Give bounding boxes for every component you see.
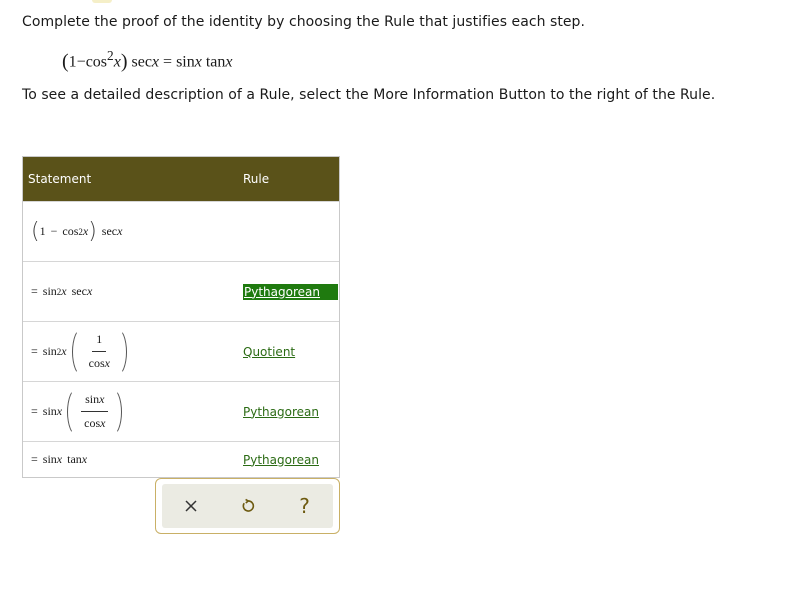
left-paren bbox=[71, 327, 82, 376]
right-paren bbox=[112, 387, 123, 436]
rule-link-quotient[interactable]: Quotient bbox=[243, 345, 295, 359]
proof-row: = sin 2 x sec x Pythagorean bbox=[23, 261, 339, 321]
rule-cell: Pythagorean bbox=[243, 405, 319, 419]
toolbar-buttons: ? bbox=[162, 484, 333, 528]
undo-icon bbox=[242, 498, 254, 512]
statement-cell: ( 1 − cos 2 x ) sec x bbox=[31, 218, 123, 244]
help-button[interactable]: ? bbox=[283, 488, 327, 524]
rule-column-header: Rule bbox=[243, 172, 270, 186]
statement-cell: = sin x tan x bbox=[31, 452, 88, 466]
rule-cell: Pythagorean bbox=[243, 453, 319, 467]
close-icon bbox=[184, 500, 197, 512]
more-info-instruction: To see a detailed description of a Rule,… bbox=[22, 87, 716, 103]
question-mark-icon: ? bbox=[299, 494, 310, 518]
rule-link-pythagorean[interactable]: Pythagorean bbox=[243, 405, 319, 419]
undo-button[interactable] bbox=[226, 488, 270, 524]
rule-link-pythagorean[interactable]: Pythagorean bbox=[243, 453, 319, 467]
clear-button[interactable] bbox=[169, 488, 213, 524]
top-accent-tab bbox=[92, 0, 112, 3]
rule-cell: Pythagorean bbox=[243, 283, 338, 300]
fraction: sinx cosx bbox=[80, 392, 109, 431]
instruction-text: Complete the proof of the identity by ch… bbox=[22, 14, 585, 30]
proof-table: Statement Rule ( 1 − cos 2 x ) sec x = sin 2… bbox=[22, 156, 340, 478]
statement-cell: = sin x sinx cosx bbox=[23, 387, 243, 436]
proof-row: = sin x sinx cosx Pythagorean bbox=[23, 381, 339, 441]
answer-toolbar: ? bbox=[155, 478, 340, 534]
identity-expression: (1−cos2x) secx = sinx tanx bbox=[62, 48, 233, 73]
rule-link-pythagorean[interactable]: Pythagorean bbox=[243, 283, 338, 300]
proof-row: = sin x tan x Pythagorean bbox=[23, 441, 339, 477]
left-paren bbox=[67, 387, 77, 436]
right-paren bbox=[117, 327, 127, 376]
statement-column-header: Statement bbox=[28, 172, 92, 186]
fraction: 1 cosx bbox=[88, 332, 110, 370]
rule-cell: Quotient bbox=[243, 345, 295, 359]
table-header: Statement Rule bbox=[23, 157, 339, 201]
statement-cell: = sin 2 x sec x bbox=[31, 284, 93, 298]
proof-row: ( 1 − cos 2 x ) sec x bbox=[23, 201, 339, 261]
statement-cell: = sin 2 x 1 cosx bbox=[23, 327, 243, 376]
proof-row: = sin 2 x 1 cosx Quotient bbox=[23, 321, 339, 381]
